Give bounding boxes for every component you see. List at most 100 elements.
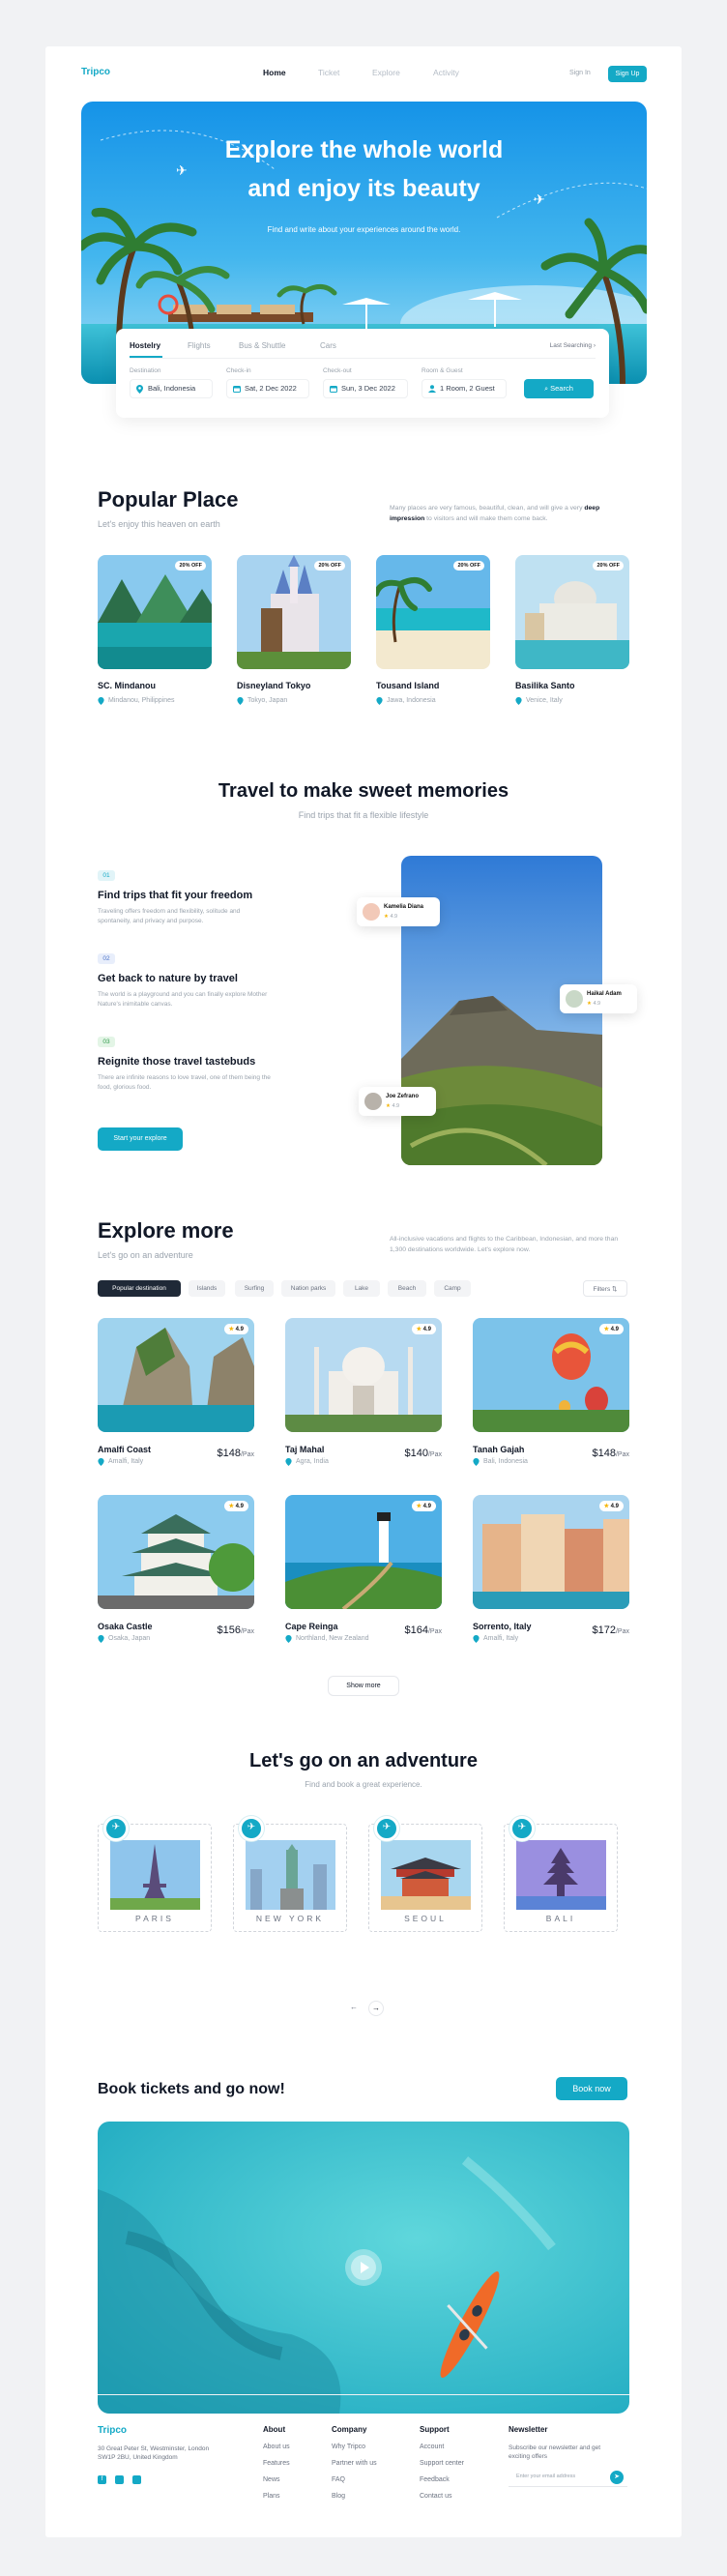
footer-link[interactable]: FAQ — [332, 2476, 345, 2483]
search-card: Hostelry Flights Bus & Shuttle Cars Last… — [116, 329, 609, 418]
footer-link[interactable]: About us — [263, 2444, 290, 2450]
explore-card-cape-reinga[interactable]: ★ 4.9 Cape Reinga Northland, New Zealand… — [285, 1495, 442, 1643]
tab-cars[interactable]: Cars — [320, 341, 336, 350]
explore-name: Cape Reinga — [285, 1622, 338, 1631]
price-value: $140 — [404, 1448, 428, 1459]
filters-button[interactable]: Filters ⇅ — [583, 1280, 627, 1297]
instagram-icon[interactable] — [115, 2475, 124, 2484]
rating-badge: ★ 4.9 — [411, 1324, 436, 1334]
chip-beach[interactable]: Beach — [388, 1280, 426, 1297]
kayak-video[interactable] — [98, 2122, 629, 2414]
explore-location: Bali, Indonesia — [473, 1458, 528, 1466]
explore-card-sorrento[interactable]: ★ 4.9 Sorrento, Italy Amalfi, Italy $172… — [473, 1495, 629, 1643]
footer-link[interactable]: Blog — [332, 2493, 345, 2500]
tab-hostelry[interactable]: Hostelry — [130, 341, 160, 350]
explore-location-text: Osaka, Japan — [108, 1635, 151, 1642]
discount-badge: 20% OFF — [593, 561, 624, 571]
place-card-mindanou[interactable]: 20% OFF SC. Mindanou Mindanou, Philippin… — [98, 555, 212, 705]
last-searching-label: Last Searching — [549, 342, 593, 349]
star-icon: ★ — [386, 1103, 391, 1109]
footer-logo[interactable]: Tripco — [98, 2425, 127, 2436]
explore-price: $148/Pax — [593, 1448, 630, 1459]
nav-explore[interactable]: Explore — [372, 68, 400, 77]
explore-price: $172/Pax — [593, 1625, 630, 1636]
footer-link[interactable]: News — [263, 2476, 280, 2483]
nav-ticket[interactable]: Ticket — [318, 68, 339, 77]
price-value: $148 — [217, 1448, 241, 1459]
popular-subtitle: Let's enjoy this heaven on earth — [98, 519, 220, 529]
stamp-bali[interactable]: BALI ✈ — [504, 1816, 618, 1932]
logo[interactable]: Tripco — [81, 67, 110, 77]
email-input-placeholder: Enter your email address — [516, 2474, 576, 2479]
next-arrow-button[interactable]: → — [368, 2001, 384, 2016]
tab-flights[interactable]: Flights — [188, 341, 211, 350]
chip-nation-parks[interactable]: Nation parks — [281, 1280, 335, 1297]
pin-icon — [285, 1635, 292, 1643]
place-card-disneyland[interactable]: 20% OFF Disneyland Tokyo Tokyo, Japan — [237, 555, 351, 705]
explore-name: Amalfi Coast — [98, 1445, 152, 1454]
popular-desc-text: Many places are very famous, beautiful, … — [390, 505, 583, 512]
chip-lake[interactable]: Lake — [343, 1280, 380, 1297]
nav-activity[interactable]: Activity — [433, 68, 459, 77]
chip-islands[interactable]: Islands — [189, 1280, 225, 1297]
newsletter-email-field[interactable]: Enter your email address ➤ — [509, 2468, 627, 2487]
explore-card-amalfi[interactable]: ★ 4.9 Amalfi Coast Amalfi, Italy $148/Pa… — [98, 1318, 254, 1466]
rating-badge: ★ 4.9 — [223, 1324, 248, 1334]
stamp-seoul[interactable]: SEOUL ✈ — [368, 1816, 482, 1932]
last-searching-link[interactable]: Last Searching › — [550, 342, 596, 349]
travel-subtitle: Find trips that fit a flexible lifestyle — [298, 810, 429, 820]
explore-description: All-inclusive vacations and flights to t… — [390, 1236, 619, 1253]
checkout-field[interactable]: Sun, 3 Dec 2022 — [323, 379, 408, 398]
play-button[interactable] — [345, 2249, 382, 2286]
tab-bus-shuttle[interactable]: Bus & Shuttle — [239, 341, 285, 350]
footer-link[interactable]: Account — [420, 2444, 444, 2450]
explore-image: ★ 4.9 — [285, 1495, 442, 1609]
destination-field[interactable]: Bali, Indonesia — [130, 379, 213, 398]
explore-card-taj-mahal[interactable]: ★ 4.9 Taj Mahal Agra, India $140/Pax — [285, 1318, 442, 1466]
prev-arrow-button[interactable]: ← — [347, 2001, 361, 2014]
footer-link[interactable]: Contact us — [420, 2493, 451, 2500]
price-value: $164 — [404, 1625, 428, 1636]
stamp-new-york[interactable]: NEW YORK ✈ — [233, 1816, 347, 1932]
explore-card-osaka-castle[interactable]: ★ 4.9 Osaka Castle Osaka, Japan $156/Pax — [98, 1495, 254, 1643]
footer-link[interactable]: Partner with us — [332, 2460, 377, 2467]
explore-title: Explore more — [98, 1218, 234, 1243]
hero-title-line2: and enjoy its beauty — [247, 175, 480, 202]
place-card-basilika[interactable]: 20% OFF Basilika Santo Venice, Italy — [515, 555, 629, 705]
show-more-button[interactable]: Show more — [328, 1676, 399, 1696]
room-guest-field[interactable]: 1 Room, 2 Guest — [422, 379, 507, 398]
footer-link[interactable]: Features — [263, 2460, 290, 2467]
search-button[interactable]: ⌕ Search — [524, 379, 594, 398]
start-explore-button[interactable]: Start your explore — [98, 1127, 183, 1151]
place-card-tousand-island[interactable]: 20% OFF Tousand Island Jawa, Indonesia — [376, 555, 490, 705]
rating-badge: ★ 4.9 — [411, 1501, 436, 1511]
footer-link[interactable]: Support center — [420, 2460, 464, 2467]
star-icon: ★ — [603, 1504, 609, 1509]
footer-link[interactable]: Plans — [263, 2493, 280, 2500]
stamp-paris[interactable]: PARIS ✈ — [98, 1816, 212, 1932]
signup-button[interactable]: Sign Up — [608, 66, 647, 82]
book-now-button[interactable]: Book now — [556, 2077, 627, 2100]
chip-surfing[interactable]: Surfing — [235, 1280, 274, 1297]
footer-link[interactable]: Feedback — [420, 2476, 450, 2483]
youtube-icon[interactable] — [132, 2475, 141, 2484]
rating-badge: ★ 4.9 — [598, 1501, 624, 1511]
pin-icon — [473, 1458, 480, 1466]
explore-name: Taj Mahal — [285, 1445, 325, 1454]
nav-home[interactable]: Home — [263, 68, 286, 77]
chip-popular-destination[interactable]: Popular destination — [98, 1280, 181, 1297]
place-location-text: Tokyo, Japan — [247, 697, 288, 704]
reviewer-name: Haikal Adam — [587, 991, 622, 997]
signin-button[interactable]: Sign In — [569, 70, 591, 76]
checkin-field[interactable]: Sat, 2 Dec 2022 — [226, 379, 309, 398]
hero-subtitle: Find and write about your experiences ar… — [267, 225, 461, 234]
place-location-text: Jawa, Indonesia — [387, 697, 436, 704]
send-button[interactable]: ➤ — [610, 2471, 624, 2484]
stamp-label: SEOUL — [404, 1914, 447, 1923]
explore-card-tanah-gajah[interactable]: ★ 4.9 Tanah Gajah Bali, Indonesia $148/P… — [473, 1318, 629, 1466]
chip-camp[interactable]: Camp — [434, 1280, 471, 1297]
facebook-icon[interactable]: f — [98, 2475, 106, 2484]
pin-icon — [473, 1635, 480, 1643]
footer-link[interactable]: Why Tripco — [332, 2444, 365, 2450]
reviewer-rating-value: 4.9 — [593, 1001, 601, 1007]
